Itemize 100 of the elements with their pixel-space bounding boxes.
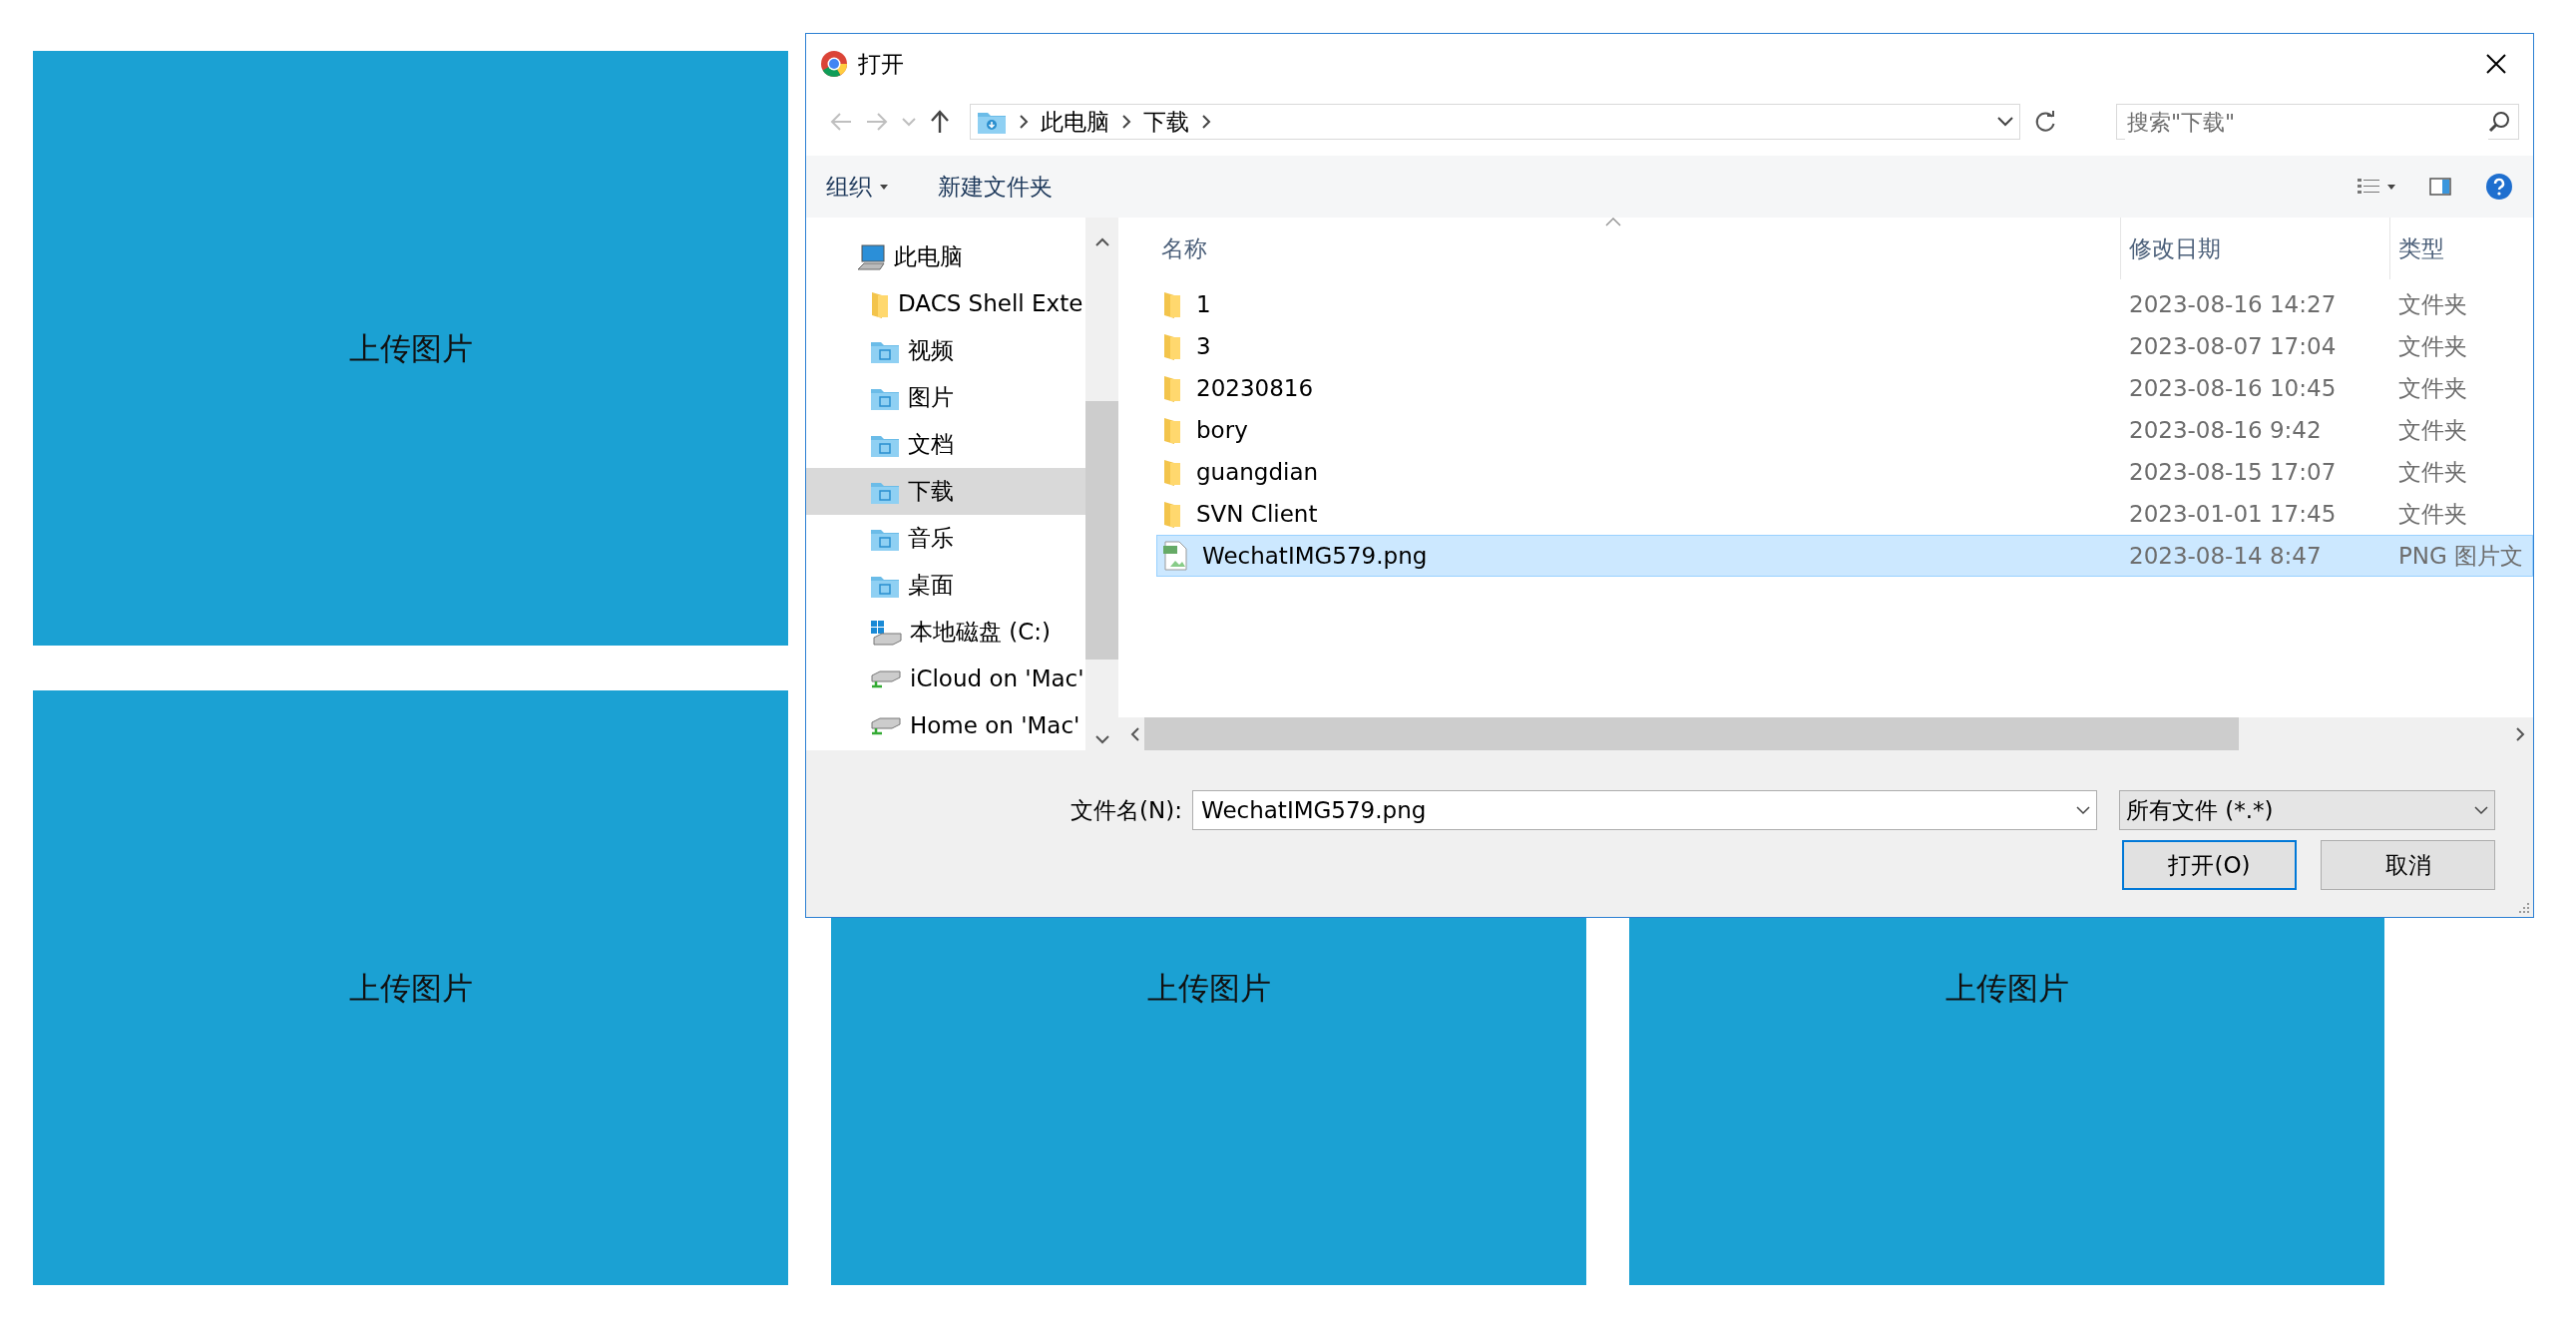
file-type: 文件夹 xyxy=(2398,416,2467,443)
file-row[interactable]: 3 2023-08-07 17:04 文件夹 xyxy=(1156,325,2533,367)
tile-label: 上传图片 xyxy=(1146,968,1271,1008)
cancel-button[interactable]: 取消 xyxy=(2321,840,2495,890)
file-name: WechatIMG579.png xyxy=(1202,541,1428,571)
column-header[interactable]: 名称 xyxy=(1161,234,1207,261)
file-row[interactable]: 20230816 2023-08-16 10:45 文件夹 xyxy=(1156,367,2533,409)
chevron-icon xyxy=(1121,114,1131,130)
image-file-icon xyxy=(1162,541,1188,571)
sidebar-item[interactable]: 音乐 xyxy=(806,515,1085,562)
tile-label: 上传图片 xyxy=(348,328,473,368)
folder-icon xyxy=(1162,499,1182,529)
sidebar-item[interactable]: 桌面 xyxy=(806,562,1085,609)
network-drive-icon xyxy=(870,669,902,688)
list-view-icon xyxy=(2358,178,2379,196)
drive-icon xyxy=(870,619,902,646)
up-arrow-icon xyxy=(930,110,950,134)
back-button[interactable] xyxy=(830,112,852,132)
chevron-down-icon xyxy=(1094,735,1109,744)
recent-locations-button[interactable] xyxy=(902,117,916,127)
file-type-dropdown[interactable]: 所有文件 (*.*) xyxy=(2119,790,2495,830)
forward-button[interactable] xyxy=(866,112,888,132)
file-type: 文件夹 xyxy=(2398,458,2467,485)
tile-label: 上传图片 xyxy=(1944,968,2069,1008)
file-row[interactable]: SVN Client 2023-01-01 17:45 文件夹 xyxy=(1156,493,2533,535)
file-name: 20230816 xyxy=(1196,373,1314,403)
scrollbar[interactable] xyxy=(1118,717,2533,750)
upload-tile[interactable]: 上传图片 xyxy=(33,51,788,646)
computer-icon xyxy=(856,242,886,271)
file-row[interactable]: bory 2023-08-16 9:42 文件夹 xyxy=(1156,409,2533,451)
file-type: 文件夹 xyxy=(2398,290,2467,317)
window-title: 打开 xyxy=(858,49,905,79)
chevron-down-icon xyxy=(2474,805,2488,815)
modified-date: 2023-08-07 17:04 xyxy=(2129,332,2337,359)
view-button[interactable] xyxy=(2358,178,2395,196)
file-row[interactable]: 1 2023-08-16 14:27 文件夹 xyxy=(1156,283,2533,325)
refresh-button[interactable] xyxy=(2034,111,2056,133)
file-row[interactable]: WechatIMG579.png 2023-08-14 8:47 PNG 图片文 xyxy=(1156,535,2533,577)
caret-icon xyxy=(880,184,888,190)
search-icon xyxy=(2488,111,2510,133)
sidebar-item[interactable]: 文档 xyxy=(806,421,1085,468)
preview-pane-button[interactable] xyxy=(2429,178,2451,196)
chevron-right-icon xyxy=(2516,726,2525,741)
chevron-up-icon xyxy=(1094,237,1109,246)
sidebar-item[interactable]: 图片 xyxy=(806,374,1085,421)
sidebar-item[interactable]: DACS Shell Exte xyxy=(806,280,1085,327)
breadcrumb[interactable]: 下载 xyxy=(1143,104,1189,140)
file-name: 1 xyxy=(1196,289,1211,319)
right-arrow-icon xyxy=(866,112,888,132)
chevron-down-icon xyxy=(1997,117,2013,127)
folder-icon xyxy=(1162,331,1182,361)
modified-date: 2023-08-14 8:47 xyxy=(2129,542,2322,569)
file-type: PNG 图片文 xyxy=(2398,542,2524,569)
up-button[interactable] xyxy=(930,110,950,134)
column-header[interactable]: 类型 xyxy=(2398,230,2444,266)
folder-icon xyxy=(1162,415,1182,445)
breadcrumb[interactable]: 此电脑 xyxy=(1041,104,1109,140)
open-button[interactable]: 打开(O) xyxy=(2122,840,2297,890)
sidebar-item[interactable]: 下载 xyxy=(806,468,1085,515)
chevron-left-icon xyxy=(1130,726,1139,741)
modified-date: 2023-08-16 10:45 xyxy=(2129,374,2337,401)
chevron-icon xyxy=(1201,114,1211,130)
chevron-down-icon xyxy=(902,117,916,127)
scrollbar[interactable] xyxy=(1085,218,1118,750)
address-bar[interactable]: 此电脑 下载 xyxy=(970,104,2020,140)
file-name: bory xyxy=(1196,415,1248,445)
file-type: 文件夹 xyxy=(2398,332,2467,359)
sidebar-item[interactable]: 视频 xyxy=(806,327,1085,374)
resize-grip-icon xyxy=(2518,902,2530,914)
close-icon xyxy=(2485,53,2507,75)
new-folder-button[interactable]: 新建文件夹 xyxy=(938,169,1053,205)
folder-icon xyxy=(1162,289,1182,319)
folder-icon xyxy=(1162,373,1182,403)
help-icon xyxy=(2485,173,2513,201)
app-icon xyxy=(820,50,848,78)
modified-date: 2023-08-16 9:42 xyxy=(2129,416,2322,443)
folder-icon xyxy=(1162,457,1182,487)
network-drive-icon xyxy=(870,716,902,735)
upload-tile[interactable]: 上传图片 xyxy=(33,690,788,1285)
sidebar-item[interactable]: 此电脑 xyxy=(806,233,1085,280)
organize-menu[interactable]: 组织 xyxy=(826,169,888,205)
column-header[interactable]: 修改日期 xyxy=(2129,230,2221,266)
refresh-icon xyxy=(2034,111,2056,133)
file-row[interactable]: guangdian 2023-08-15 17:07 文件夹 xyxy=(1156,451,2533,493)
modified-date: 2023-08-15 17:07 xyxy=(2129,458,2337,485)
file-type: 文件夹 xyxy=(2398,500,2467,527)
sidebar-item[interactable]: 本地磁盘 (C:) xyxy=(806,609,1085,656)
pane-icon xyxy=(2429,178,2451,196)
file-name: SVN Client xyxy=(1196,499,1318,529)
help-button[interactable] xyxy=(2485,173,2513,201)
left-arrow-icon xyxy=(830,112,852,132)
file-name: 3 xyxy=(1196,331,1211,361)
field-label: 文件名(N): xyxy=(1071,795,1182,825)
modified-date: 2023-08-16 14:27 xyxy=(2129,290,2337,317)
scrollbar-thumb[interactable] xyxy=(1144,717,2239,750)
caret-icon xyxy=(2387,184,2395,190)
chevron-down-icon xyxy=(2076,805,2090,815)
scrollbar-thumb[interactable] xyxy=(1085,401,1118,660)
file-type: 文件夹 xyxy=(2398,374,2467,401)
tile-label: 上传图片 xyxy=(348,968,473,1008)
